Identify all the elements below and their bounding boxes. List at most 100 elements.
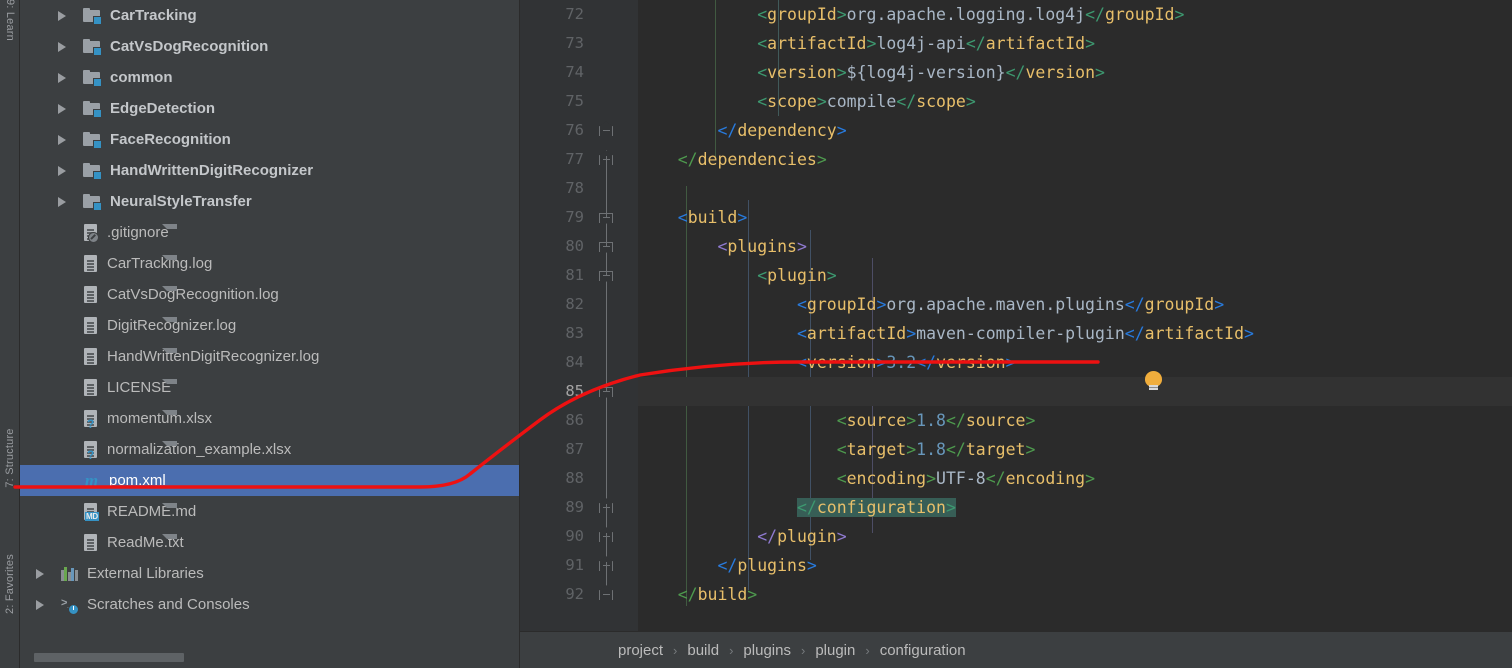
tree-row[interactable]: MD README.md	[20, 496, 519, 527]
code-line[interactable]: <target>1.8</target>	[638, 435, 1512, 464]
expand-arrow-icon[interactable]	[34, 567, 47, 580]
tree-no-arrow	[56, 288, 69, 301]
tree-row[interactable]: ? momentum.xlsx	[20, 403, 519, 434]
tree-row[interactable]: .gitignore	[20, 217, 519, 248]
fold-end-icon[interactable]	[599, 150, 614, 166]
fold-end-icon[interactable]	[599, 585, 614, 601]
tree-row[interactable]: m pom.xml	[20, 465, 519, 496]
text-file-icon	[83, 286, 177, 303]
tool-window-button-structure[interactable]: 7: Structure	[4, 428, 16, 487]
tree-row-label: External Libraries	[87, 565, 204, 582]
line-number: 90	[565, 527, 584, 545]
fold-collapse-icon[interactable]	[599, 210, 614, 224]
expand-arrow-icon[interactable]	[56, 102, 69, 115]
line-number: 85	[565, 382, 584, 400]
code-line[interactable]: <artifactId>log4j-api</artifactId>	[638, 29, 1512, 58]
tree-no-arrow	[56, 350, 69, 363]
expand-arrow-icon[interactable]	[34, 598, 47, 611]
module-folder-icon	[83, 132, 102, 149]
tree-row[interactable]: ? normalization_example.xlsx	[20, 434, 519, 465]
code-line[interactable]: <scope>compile</scope>	[638, 87, 1512, 116]
expand-arrow-icon[interactable]	[56, 71, 69, 84]
code-line[interactable]: <version>${log4j-version}</version>	[638, 58, 1512, 87]
code-line[interactable]: <encoding>UTF-8</encoding>	[638, 464, 1512, 493]
code-line[interactable]: <source>1.8</source>	[638, 406, 1512, 435]
breadcrumb-item[interactable]: build	[687, 642, 719, 659]
code-line[interactable]: </dependency>	[638, 116, 1512, 145]
tool-window-button-favorites[interactable]: 2: Favorites	[4, 554, 16, 614]
breadcrumb[interactable]: project › build › plugins › plugin › configurati…	[520, 631, 1512, 668]
tree-row[interactable]: HandWrittenDigitRecognizer	[20, 155, 519, 186]
code-editor[interactable]: 72 73 74 75 76 77 78 79 80 81 82 83 84 85 86 87 88 89 90 91…	[520, 0, 1512, 668]
code-text-area[interactable]: <groupId>org.apache.logging.log4j</group…	[638, 0, 1512, 619]
tree-row-label: CatVsDogRecognition.log	[107, 286, 279, 303]
tree-row[interactable]: EdgeDetection	[20, 93, 519, 124]
tree-row[interactable]: CarTracking.log	[20, 248, 519, 279]
project-tree[interactable]: CarTracking CatVsDogRecognition common Edge…	[20, 0, 519, 620]
project-tree-horizontal-scrollbar[interactable]	[34, 653, 184, 662]
fold-collapse-icon[interactable]	[599, 268, 614, 282]
tree-row-label: HandWrittenDigitRecognizer.log	[107, 348, 320, 365]
code-line[interactable]: <groupId>org.apache.maven.plugins</group…	[638, 290, 1512, 319]
fold-end-icon[interactable]	[599, 556, 614, 572]
gutter-footer	[520, 614, 638, 631]
line-number: 87	[565, 440, 584, 458]
expand-arrow-icon[interactable]	[56, 9, 69, 22]
line-number: 86	[565, 411, 584, 429]
breadcrumb-item[interactable]: plugin	[815, 642, 855, 659]
code-line[interactable]: </configuration>	[638, 493, 1512, 522]
code-line[interactable]: </plugin>	[638, 522, 1512, 551]
tree-row[interactable]: >_ Scratches and Consoles	[20, 589, 519, 620]
fold-collapse-icon[interactable]	[599, 384, 614, 398]
code-line[interactable]: <version>3.2</version>	[638, 348, 1512, 377]
unknown-file-icon: ?	[83, 410, 177, 430]
code-line[interactable]: <plugins>	[638, 232, 1512, 261]
tree-row[interactable]: FaceRecognition	[20, 124, 519, 155]
fold-end-icon[interactable]	[599, 121, 614, 137]
line-number: 76	[565, 121, 584, 139]
breadcrumb-item[interactable]: configuration	[880, 642, 966, 659]
tree-row[interactable]: NeuralStyleTransfer	[20, 186, 519, 217]
tree-row[interactable]: CatVsDogRecognition.log	[20, 279, 519, 310]
expand-arrow-icon[interactable]	[56, 164, 69, 177]
tree-row-label: CarTracking.log	[107, 255, 213, 272]
tree-row[interactable]: ReadMe.txt	[20, 527, 519, 558]
lightbulb-icon[interactable]	[1145, 371, 1162, 391]
code-line[interactable]	[638, 174, 1512, 203]
tree-no-arrow	[56, 412, 69, 425]
module-folder-icon	[83, 163, 102, 180]
line-number: 92	[565, 585, 584, 603]
module-folder-icon	[83, 194, 102, 211]
tree-row[interactable]: DigitRecognizer.log	[20, 310, 519, 341]
code-line[interactable]: </build>	[638, 580, 1512, 609]
code-line[interactable]: <build>	[638, 203, 1512, 232]
editor-horizontal-scrollbar-track[interactable]	[638, 614, 1512, 631]
fold-end-icon[interactable]	[599, 527, 614, 543]
code-line[interactable]: <groupId>org.apache.logging.log4j</group…	[638, 0, 1512, 29]
tree-row-label: .gitignore	[107, 224, 169, 241]
breadcrumb-item[interactable]: plugins	[743, 642, 791, 659]
code-line[interactable]: <plugin>	[638, 261, 1512, 290]
tree-row[interactable]: CarTracking	[20, 0, 519, 31]
tree-row[interactable]: common	[20, 62, 519, 93]
tool-window-button-learn[interactable]: 9: Learn	[4, 0, 16, 41]
code-line[interactable]: </plugins>	[638, 551, 1512, 580]
code-line[interactable]: </dependencies>	[638, 145, 1512, 174]
code-line[interactable]: <artifactId>maven-compiler-plugin</artif…	[638, 319, 1512, 348]
expand-arrow-icon[interactable]	[56, 40, 69, 53]
fold-end-icon[interactable]	[599, 498, 614, 514]
expand-arrow-icon[interactable]	[56, 195, 69, 208]
fold-collapse-icon[interactable]	[599, 239, 614, 253]
tree-row[interactable]: CatVsDogRecognition	[20, 31, 519, 62]
tree-row[interactable]: LICENSE	[20, 372, 519, 403]
text-file-icon	[83, 255, 177, 272]
editor-gutter[interactable]: 72 73 74 75 76 77 78 79 80 81 82 83 84 85 86 87 88 89 90 91…	[520, 0, 638, 632]
expand-arrow-icon[interactable]	[56, 133, 69, 146]
tree-row-label: Scratches and Consoles	[87, 596, 250, 613]
tree-row[interactable]: External Libraries	[20, 558, 519, 589]
tree-no-arrow	[56, 381, 69, 394]
tree-row[interactable]: HandWrittenDigitRecognizer.log	[20, 341, 519, 372]
project-tool-window[interactable]: CarTracking CatVsDogRecognition common Edge…	[20, 0, 520, 668]
maven-file-icon: m	[84, 471, 99, 490]
breadcrumb-item[interactable]: project	[618, 642, 663, 659]
